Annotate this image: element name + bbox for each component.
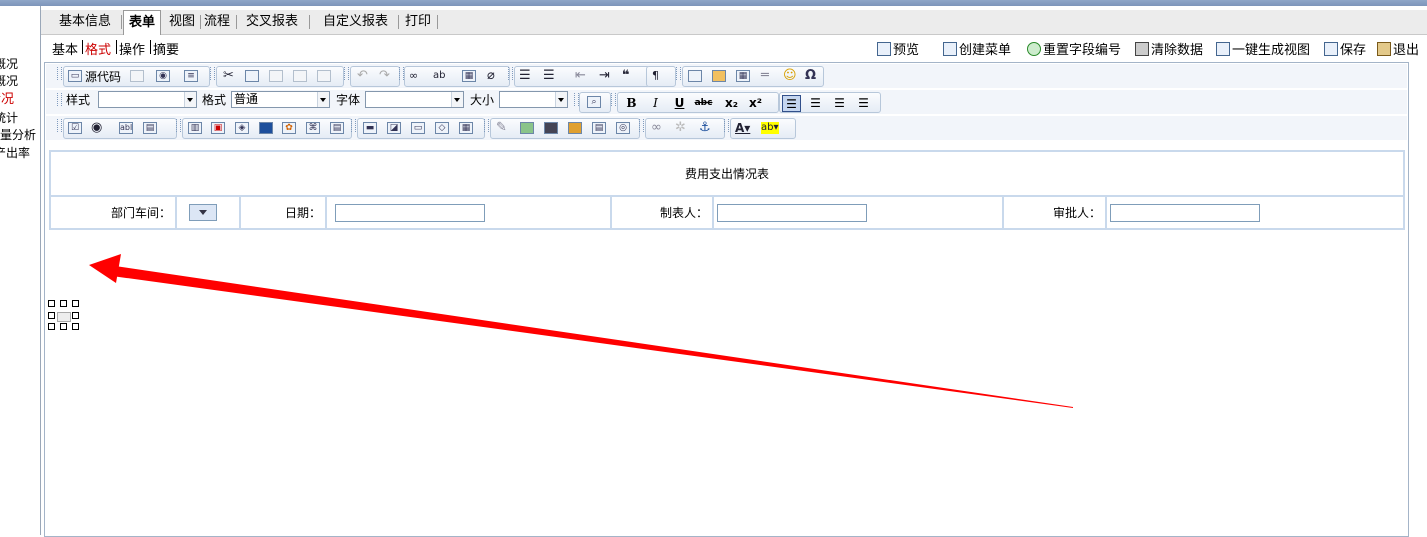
annotation-arrow xyxy=(89,254,1073,408)
arrow-shaft xyxy=(112,266,1073,408)
arrow-head xyxy=(89,254,121,283)
